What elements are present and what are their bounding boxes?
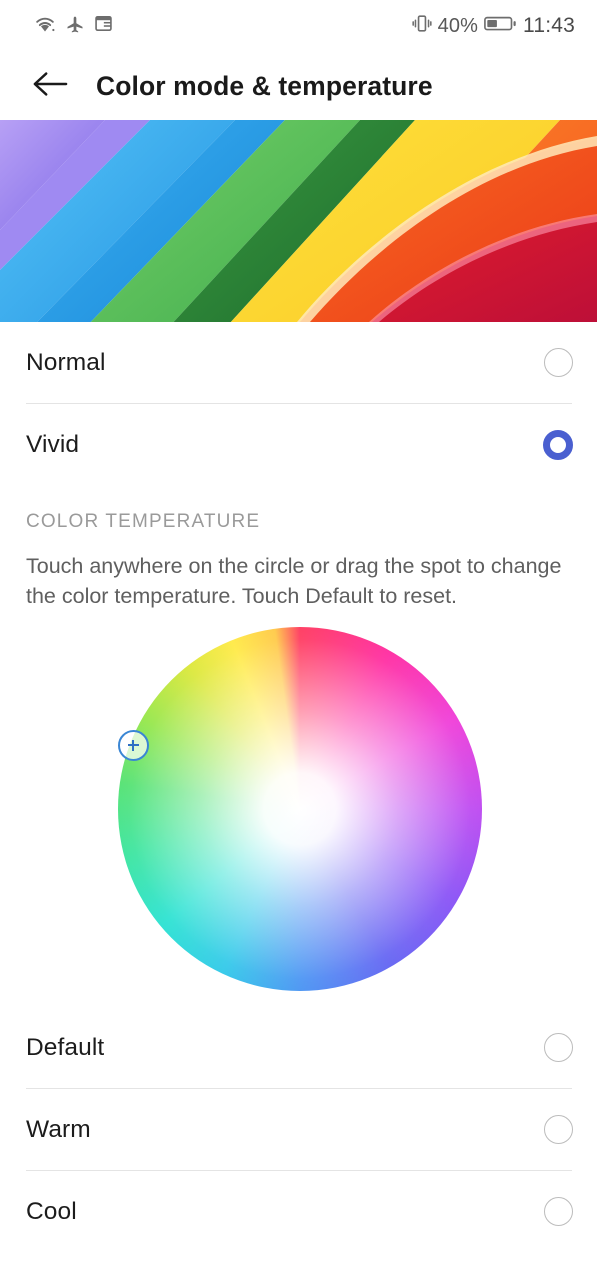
color-temperature-wheel[interactable] xyxy=(118,627,482,991)
airplane-mode-icon xyxy=(65,14,85,39)
battery-icon xyxy=(484,14,517,38)
preset-option-default[interactable]: Default xyxy=(0,1007,597,1088)
color-temperature-presets: Default Warm Cool xyxy=(0,1007,597,1252)
color-temperature-section: COLOR TEMPERATURE Touch anywhere on the … xyxy=(0,485,597,1007)
status-bar-left-icons xyxy=(34,14,113,39)
preset-option-label: Warm xyxy=(26,1116,91,1144)
color-wheel-container xyxy=(0,623,597,1007)
preset-option-label: Default xyxy=(26,1034,104,1062)
status-bar: 40% 11:43 xyxy=(0,0,597,52)
radio-default[interactable] xyxy=(544,1033,573,1062)
app-bar: Color mode & temperature xyxy=(0,52,597,120)
rainbow-banner-image xyxy=(0,120,597,322)
preset-option-cool[interactable]: Cool xyxy=(0,1171,597,1252)
clock-label: 11:43 xyxy=(523,14,575,38)
status-bar-right-icons: 40% 11:43 xyxy=(412,13,575,39)
back-arrow-icon xyxy=(32,69,68,104)
color-temperature-spot[interactable] xyxy=(118,730,149,761)
plus-icon xyxy=(128,740,139,751)
sim-card-icon xyxy=(94,14,113,38)
color-temperature-description: Touch anywhere on the circle or drag the… xyxy=(0,533,597,611)
vibrate-icon xyxy=(412,13,432,39)
color-mode-option-label: Normal xyxy=(26,349,106,377)
page-title: Color mode & temperature xyxy=(96,71,433,102)
color-mode-option-vivid[interactable]: Vivid xyxy=(0,404,597,485)
preset-option-warm[interactable]: Warm xyxy=(0,1089,597,1170)
preset-option-label: Cool xyxy=(26,1198,77,1226)
wifi-icon xyxy=(34,14,56,39)
color-mode-option-normal[interactable]: Normal xyxy=(0,322,597,403)
radio-normal[interactable] xyxy=(544,348,573,377)
back-button[interactable] xyxy=(28,64,72,108)
color-mode-list: Normal Vivid xyxy=(0,322,597,485)
radio-cool[interactable] xyxy=(544,1197,573,1226)
radio-vivid[interactable] xyxy=(543,430,573,460)
section-title-color-temperature: COLOR TEMPERATURE xyxy=(0,485,597,533)
color-mode-option-label: Vivid xyxy=(26,431,79,459)
radio-warm[interactable] xyxy=(544,1115,573,1144)
battery-percent-label: 40% xyxy=(438,15,478,38)
